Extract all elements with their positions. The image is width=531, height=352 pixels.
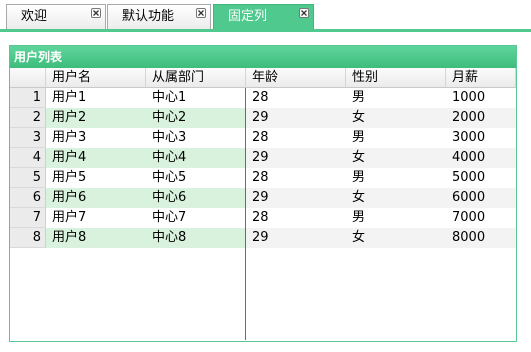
tab-bar-underline <box>0 29 531 32</box>
row-number: 2 <box>10 108 46 128</box>
row-number: 8 <box>10 228 46 248</box>
row-number: 3 <box>10 128 46 148</box>
cell-username[interactable]: 用户6 <box>46 188 146 208</box>
frozen-column-divider <box>245 88 246 340</box>
cell-age[interactable]: 29 <box>246 228 346 248</box>
column-header-username[interactable]: 用户名 <box>46 68 146 88</box>
cell-username[interactable]: 用户4 <box>46 148 146 168</box>
cell-username[interactable]: 用户3 <box>46 128 146 148</box>
cell-salary[interactable]: 2000 <box>446 108 516 128</box>
cell-username[interactable]: 用户2 <box>46 108 146 128</box>
cell-salary[interactable]: 3000 <box>446 128 516 148</box>
row-number: 6 <box>10 188 46 208</box>
cell-salary[interactable]: 5000 <box>446 168 516 188</box>
cell-department[interactable]: 中心1 <box>146 88 246 108</box>
close-icon[interactable] <box>91 8 101 18</box>
cell-age[interactable]: 29 <box>246 188 346 208</box>
cell-salary[interactable]: 7000 <box>446 208 516 228</box>
cell-age[interactable]: 29 <box>246 148 346 168</box>
cell-username[interactable]: 用户7 <box>46 208 146 228</box>
row-number: 7 <box>10 208 46 228</box>
cell-department[interactable]: 中心6 <box>146 188 246 208</box>
user-list-panel: 用户列表 用户名 从属部门 年龄 性别 月薪 1 用户1 中心1 28 男 1000 2 用户… <box>9 45 517 342</box>
tab-fixed-columns[interactable]: 固定列 <box>213 4 314 30</box>
cell-gender[interactable]: 女 <box>346 148 446 168</box>
column-header-age[interactable]: 年龄 <box>246 68 346 88</box>
tab-label: 默认功能 <box>122 9 175 24</box>
column-header-department[interactable]: 从属部门 <box>146 68 246 88</box>
tab-welcome[interactable]: 欢迎 <box>6 4 106 29</box>
tab-label: 欢迎 <box>21 9 48 24</box>
cell-salary[interactable]: 8000 <box>446 228 516 248</box>
cell-department[interactable]: 中心2 <box>146 108 246 128</box>
cell-gender[interactable]: 女 <box>346 108 446 128</box>
cell-age[interactable]: 28 <box>246 88 346 108</box>
cell-department[interactable]: 中心7 <box>146 208 246 228</box>
row-number-header <box>10 68 46 88</box>
user-grid: 用户名 从属部门 年龄 性别 月薪 1 用户1 中心1 28 男 1000 2 用户2 中心2 2… <box>10 68 516 340</box>
tab-label: 固定列 <box>228 9 268 24</box>
cell-username[interactable]: 用户5 <box>46 168 146 188</box>
cell-username[interactable]: 用户1 <box>46 88 146 108</box>
panel-title: 用户列表 <box>10 46 516 68</box>
cell-age[interactable]: 28 <box>246 128 346 148</box>
cell-gender[interactable]: 男 <box>346 128 446 148</box>
close-icon[interactable] <box>299 8 309 18</box>
cell-department[interactable]: 中心3 <box>146 128 246 148</box>
cell-gender[interactable]: 男 <box>346 208 446 228</box>
cell-gender[interactable]: 男 <box>346 88 446 108</box>
tab-bar: 欢迎 默认功能 固定列 <box>0 0 531 32</box>
cell-gender[interactable]: 男 <box>346 168 446 188</box>
cell-department[interactable]: 中心8 <box>146 228 246 248</box>
row-number: 5 <box>10 168 46 188</box>
close-icon[interactable] <box>196 8 206 18</box>
cell-gender[interactable]: 女 <box>346 188 446 208</box>
tab-default-functions[interactable]: 默认功能 <box>107 4 211 29</box>
cell-gender[interactable]: 女 <box>346 228 446 248</box>
cell-age[interactable]: 29 <box>246 108 346 128</box>
column-header-salary[interactable]: 月薪 <box>446 68 516 88</box>
column-header-gender[interactable]: 性别 <box>346 68 446 88</box>
cell-age[interactable]: 28 <box>246 208 346 228</box>
cell-salary[interactable]: 6000 <box>446 188 516 208</box>
cell-salary[interactable]: 1000 <box>446 88 516 108</box>
row-number: 1 <box>10 88 46 108</box>
cell-department[interactable]: 中心5 <box>146 168 246 188</box>
cell-department[interactable]: 中心4 <box>146 148 246 168</box>
row-number: 4 <box>10 148 46 168</box>
cell-username[interactable]: 用户8 <box>46 228 146 248</box>
cell-salary[interactable]: 4000 <box>446 148 516 168</box>
cell-age[interactable]: 28 <box>246 168 346 188</box>
